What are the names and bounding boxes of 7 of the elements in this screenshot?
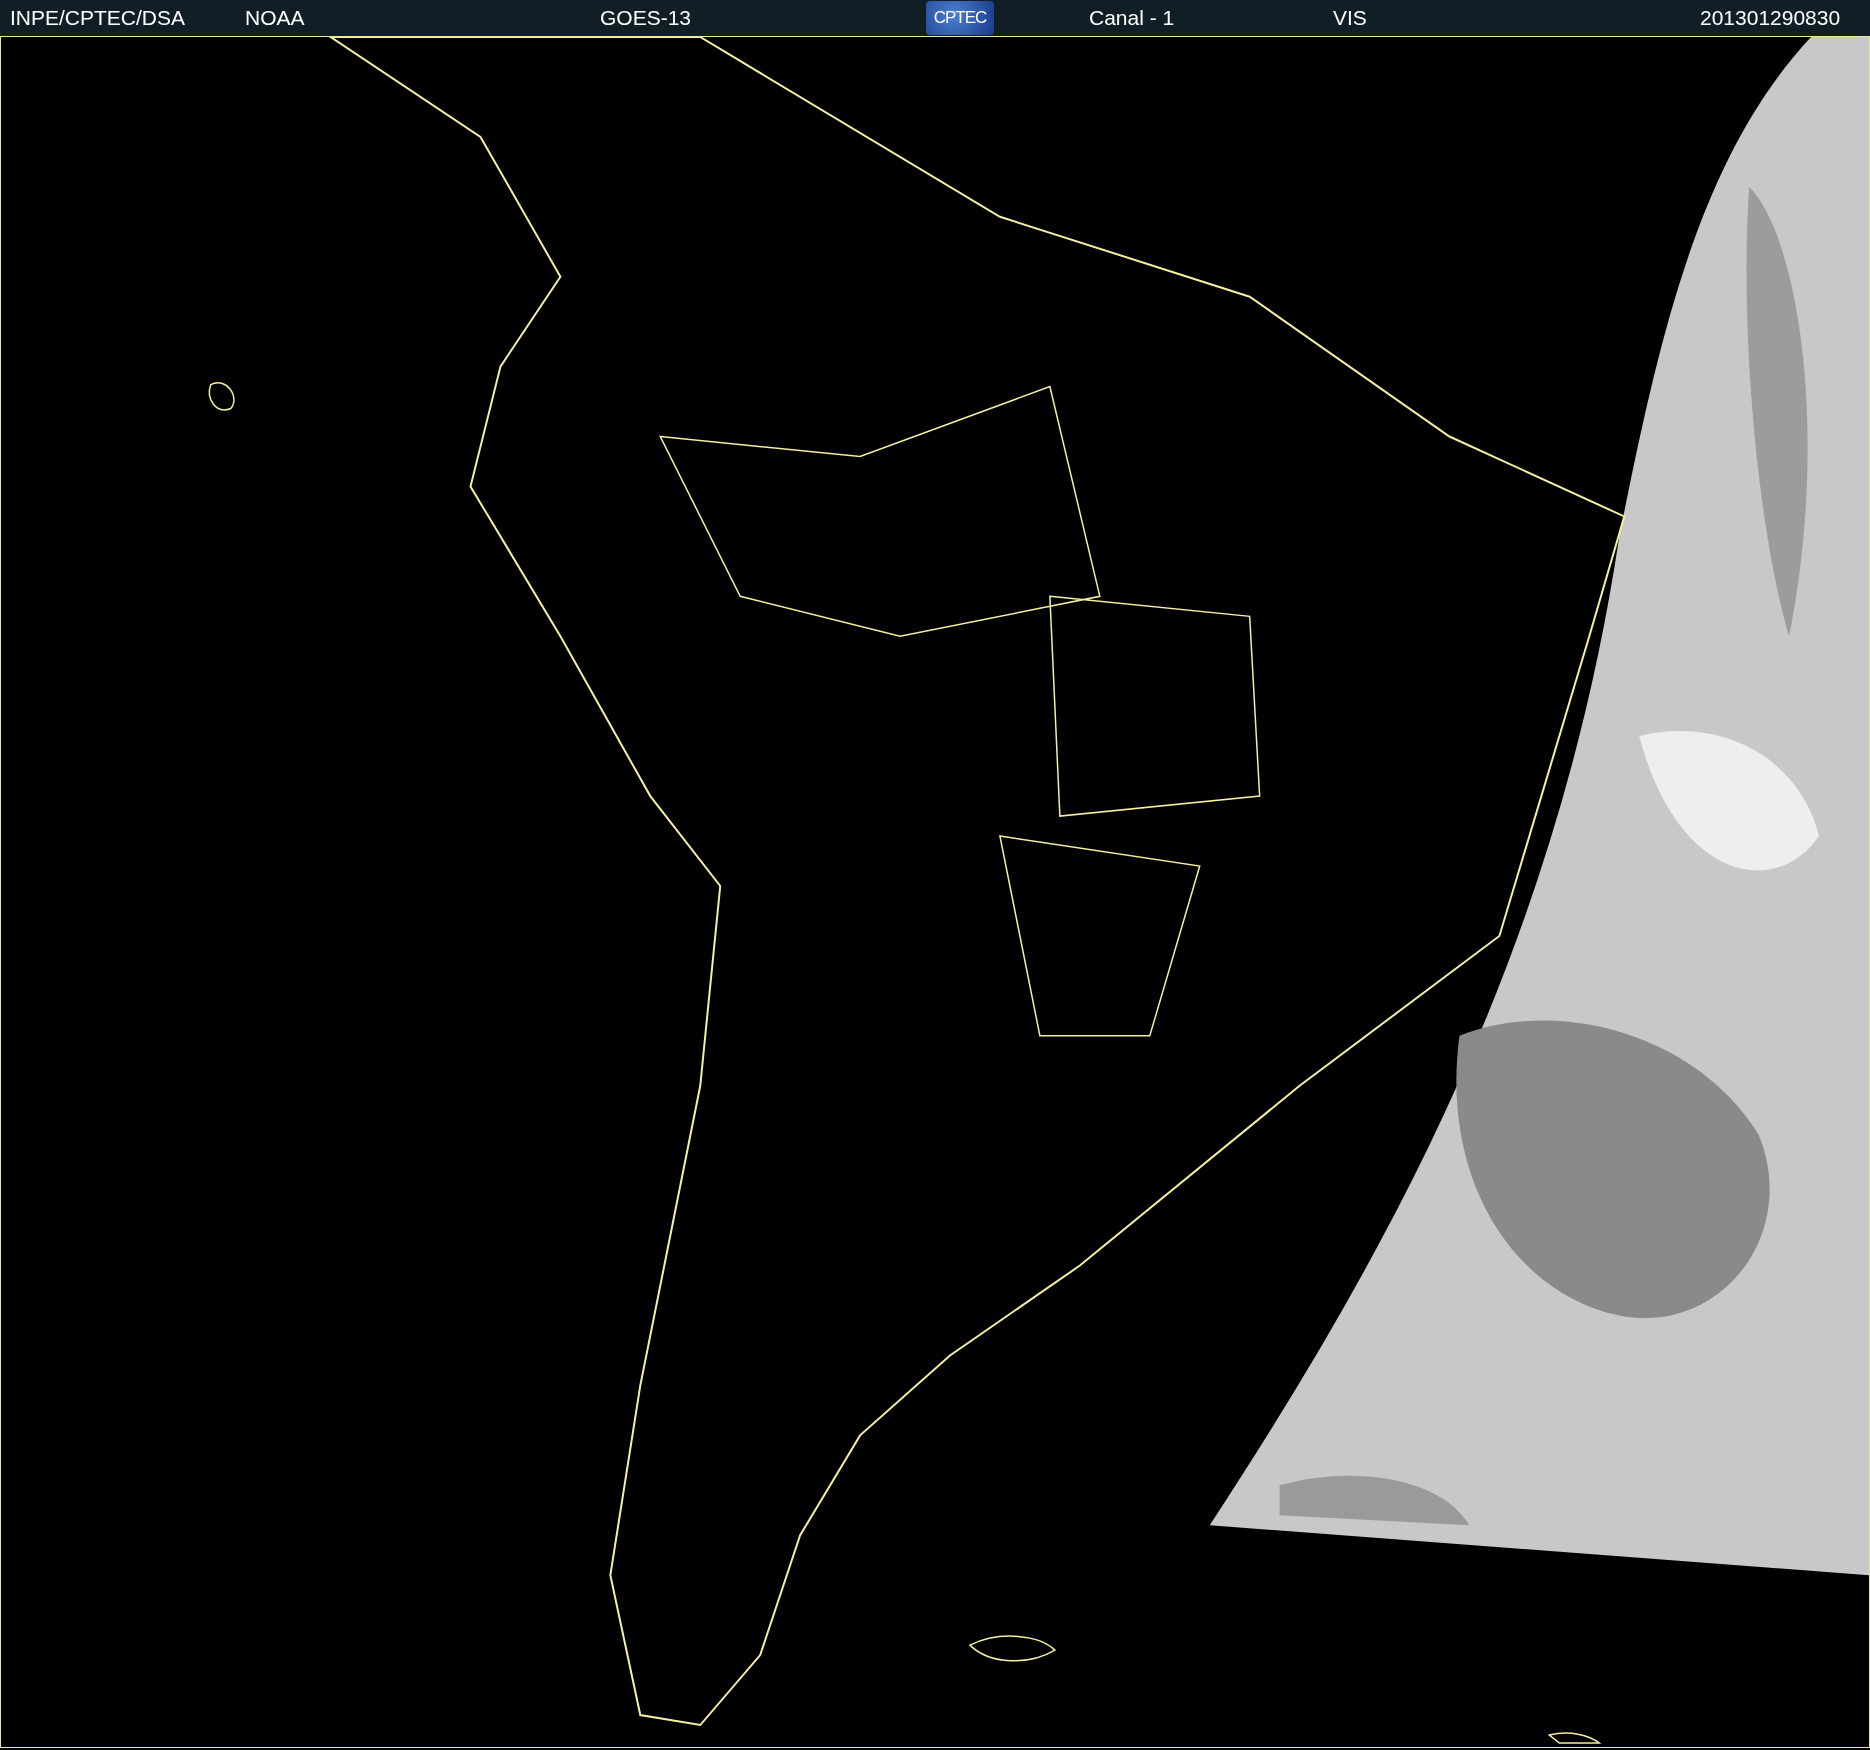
source-label: INPE/CPTEC/DSA — [10, 6, 186, 29]
satellite-label: GOES-13 — [600, 6, 692, 29]
agency-label: NOAA — [245, 6, 305, 29]
timestamp-label: 201301290830 — [1700, 6, 1841, 29]
channel-label: Canal - 1 — [1089, 6, 1175, 29]
band-label: VIS — [1333, 6, 1367, 29]
logo: CPTEC — [926, 1, 994, 35]
